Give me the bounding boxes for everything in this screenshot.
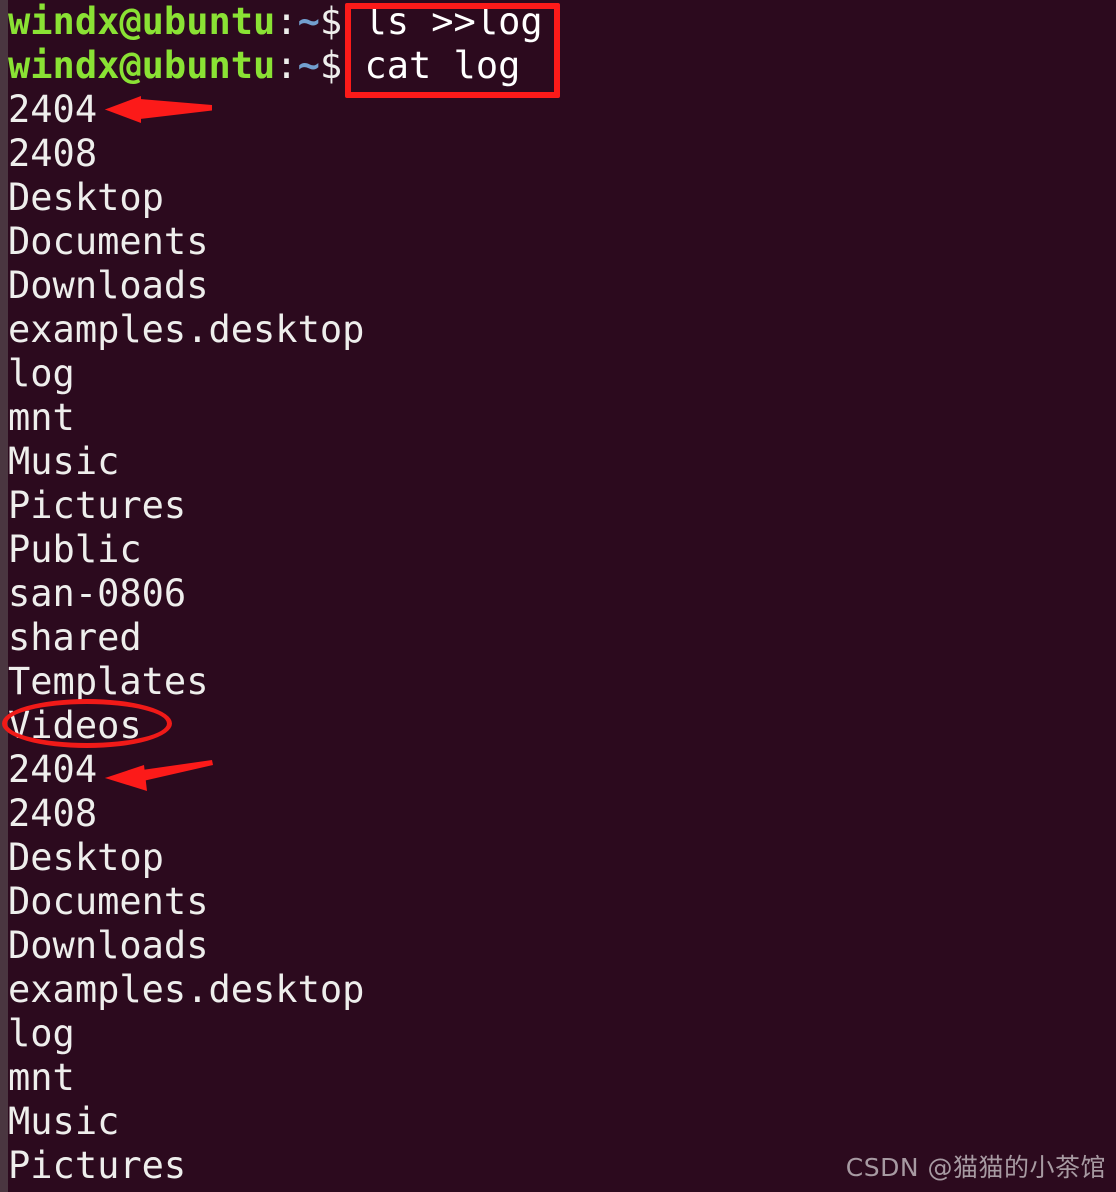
output-line: Music (8, 1100, 120, 1143)
output-line: log (8, 352, 75, 395)
prompt-colon: : (275, 44, 298, 87)
output-line: Desktop (8, 176, 164, 219)
output-line: examples.desktop (8, 308, 365, 351)
output-line: Public (8, 528, 142, 571)
command-cat-log: cat log (364, 44, 521, 87)
command-ls-append-log: ls >>log (364, 0, 543, 43)
output-line: Pictures (8, 484, 187, 527)
output-line: san-0806 (8, 572, 187, 615)
prompt-sigil: $ (319, 0, 343, 43)
terminal-window[interactable]: windx@ubuntu:~$ ls >>log windx@ubuntu:~$… (0, 0, 1116, 1192)
output-line: Desktop (8, 836, 164, 879)
terminal-prompt-line-1: windx@ubuntu:~$ ls >>log (8, 0, 543, 44)
prompt-path: ~ (297, 0, 320, 43)
output-line: mnt (8, 396, 75, 439)
output-line: Downloads (8, 924, 209, 967)
output-line: mnt (8, 1056, 75, 1099)
prompt-sigil: $ (319, 44, 343, 87)
output-line: Documents (8, 220, 209, 263)
output-line: Downloads (8, 264, 209, 307)
window-left-border (0, 0, 8, 1192)
output-line: Pictures (8, 1144, 187, 1187)
output-line: 2408 (8, 132, 98, 175)
prompt-user-host: windx@ubuntu (8, 44, 276, 87)
terminal-prompt-line-2: windx@ubuntu:~$ cat log (8, 44, 520, 88)
prompt-path: ~ (297, 44, 320, 87)
output-line: Music (8, 440, 120, 483)
terminal-output-area[interactable]: windx@ubuntu:~$ ls >>log windx@ubuntu:~$… (8, 0, 1116, 1192)
output-line: Documents (8, 880, 209, 923)
output-line: log (8, 1012, 75, 1055)
output-line: examples.desktop (8, 968, 365, 1011)
output-line: 2404 (8, 748, 98, 791)
prompt-colon: : (275, 0, 298, 43)
output-line: 2408 (8, 792, 98, 835)
prompt-user-host: windx@ubuntu (8, 0, 276, 43)
output-line: shared (8, 616, 142, 659)
csdn-watermark: CSDN @猫猫的小茶馆 (845, 1153, 1106, 1182)
output-line: 2404 (8, 88, 98, 131)
output-line: Templates (8, 660, 209, 703)
output-line: Videos (8, 704, 142, 747)
